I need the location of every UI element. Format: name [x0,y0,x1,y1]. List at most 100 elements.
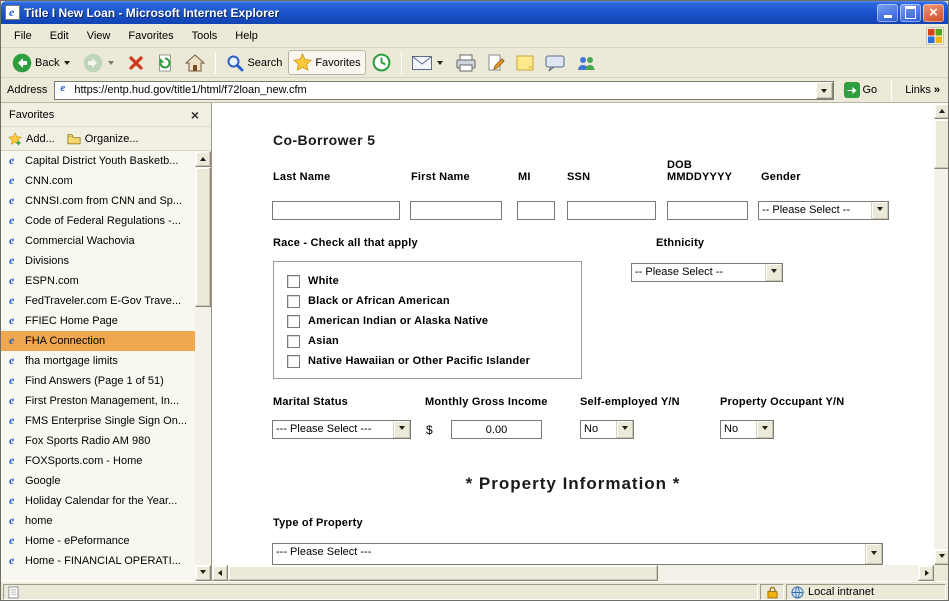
forward-button[interactable] [78,50,121,76]
add-favorite-button[interactable]: Add... [8,132,55,146]
favorites-scroll-up-button[interactable] [195,151,211,167]
favorite-item[interactable]: Code of Federal Regulations -... [1,211,196,231]
last-name-input[interactable] [272,201,400,220]
menu-item[interactable]: View [78,27,120,45]
favorites-scrollbar[interactable] [195,151,211,581]
home-button[interactable] [180,51,210,75]
menu-item[interactable]: Tools [183,27,227,45]
ethnicity-select[interactable]: -- Please Select -- [631,263,783,282]
scroll-down-button[interactable] [934,549,949,565]
mail-dropdown[interactable] [435,55,445,70]
favorites-scroll-down-button[interactable] [195,565,211,581]
dropdown-arrow-icon[interactable] [765,264,782,281]
go-button[interactable]: Go [839,81,883,99]
menu-item[interactable]: File [5,27,41,45]
scroll-left-button[interactable] [212,565,228,581]
close-button[interactable] [923,4,944,22]
refresh-button[interactable] [151,51,179,75]
favorite-item[interactable]: Home - ePeformance [1,531,196,551]
favorite-item[interactable]: CNNSI.com from CNN and Sp... [1,191,196,211]
menu-item[interactable]: Help [226,27,267,45]
favorite-item[interactable]: FFIEC Home Page [1,311,196,331]
marital-status-select[interactable]: --- Please Select --- [272,420,411,439]
checkbox[interactable] [287,315,300,328]
back-dropdown[interactable] [62,55,72,70]
stop-button[interactable] [122,51,150,75]
first-name-label: First Name [411,171,470,183]
back-button[interactable]: Back [7,50,77,76]
race-option[interactable]: Asian [287,331,568,351]
vertical-scroll-thumb[interactable] [934,119,949,169]
favorites-scroll-thumb[interactable] [195,167,211,307]
dob-input[interactable] [667,201,748,220]
favorite-item[interactable]: home [1,511,196,531]
favorite-item[interactable]: CNN.com [1,171,196,191]
ssn-input[interactable] [567,201,656,220]
first-name-input[interactable] [410,201,502,220]
favorite-item[interactable]: fha mortgage limits [1,351,196,371]
favorite-item[interactable]: FedTraveler.com E-Gov Trave... [1,291,196,311]
favorite-item[interactable]: Google [1,471,196,491]
mi-input[interactable] [517,201,555,220]
address-url: https://entp.hud.gov/title1/html/f72loan… [74,84,815,96]
title-bar[interactable]: Title I New Loan - Microsoft Internet Ex… [1,1,948,24]
checkbox[interactable] [287,355,300,368]
close-favorites-button[interactable] [187,107,203,122]
checkbox[interactable] [287,275,300,288]
checkbox[interactable] [287,335,300,348]
menu-item[interactable]: Edit [41,27,78,45]
favorite-item[interactable]: First Preston Management, In... [1,391,196,411]
menu-item[interactable]: Favorites [119,27,182,45]
print-button[interactable] [451,51,481,75]
favorite-label: Commercial Wachovia [25,235,135,247]
organize-favorites-button[interactable]: Organize... [67,133,139,145]
notes-button[interactable] [511,51,539,75]
address-input[interactable]: https://entp.hud.gov/title1/html/f72loan… [54,81,833,100]
gender-select[interactable]: -- Please Select -- [758,201,889,220]
favorite-item[interactable]: FHA Connection [1,331,196,351]
dropdown-arrow-icon[interactable] [616,421,633,438]
favorite-item[interactable]: Holiday Calendar for the Year... [1,491,196,511]
race-option[interactable]: White [287,271,568,291]
ethnicity-label: Ethnicity [656,237,704,249]
scroll-right-button[interactable] [918,565,934,581]
dropdown-arrow-icon[interactable] [871,202,888,219]
search-button[interactable]: Search [221,51,287,75]
property-occupant-select[interactable]: No [720,420,774,439]
forward-dropdown[interactable] [106,55,116,70]
race-option[interactable]: Native Hawaiian or Other Pacific Islande… [287,351,568,371]
dropdown-arrow-icon[interactable] [865,544,882,564]
checkbox[interactable] [287,295,300,308]
favorite-item[interactable]: Home - FINANCIAL OPERATI... [1,551,196,571]
favorite-item[interactable]: Capital District Youth Basketb... [1,151,196,171]
dropdown-arrow-icon[interactable] [756,421,773,438]
favorite-item[interactable]: FOXSports.com - Home [1,451,196,471]
favorite-item[interactable]: Divisions [1,251,196,271]
favorites-button[interactable]: Favorites [288,50,365,75]
race-option[interactable]: American Indian or Alaska Native [287,311,568,331]
favorite-item[interactable]: Fox Sports Radio AM 980 [1,431,196,451]
monthly-income-input[interactable] [451,420,542,439]
links-button[interactable]: Links » [901,83,944,97]
favorite-item[interactable]: Find Answers (Page 1 of 51) [1,371,196,391]
messenger-button[interactable] [571,51,601,75]
discuss-button[interactable] [540,51,570,75]
content-vertical-scrollbar[interactable] [934,103,949,565]
address-dropdown[interactable] [816,82,833,99]
scroll-up-button[interactable] [934,103,949,119]
history-button[interactable] [367,50,396,75]
race-option[interactable]: Black or African American [287,291,568,311]
dropdown-arrow-icon[interactable] [393,421,410,438]
property-type-select[interactable]: --- Please Select --- [272,543,883,565]
favorite-item[interactable]: FMS Enterprise Single Sign On... [1,411,196,431]
self-employed-select[interactable]: No [580,420,634,439]
maximize-button[interactable] [900,4,921,22]
ie-favorite-icon [7,235,20,248]
mail-button[interactable] [407,52,450,73]
edit-button[interactable] [482,51,510,75]
favorite-item[interactable]: ESPN.com [1,271,196,291]
minimize-button[interactable] [877,4,898,22]
horizontal-scroll-thumb[interactable] [228,565,658,581]
favorite-item[interactable]: Commercial Wachovia [1,231,196,251]
content-horizontal-scrollbar[interactable] [212,565,934,581]
